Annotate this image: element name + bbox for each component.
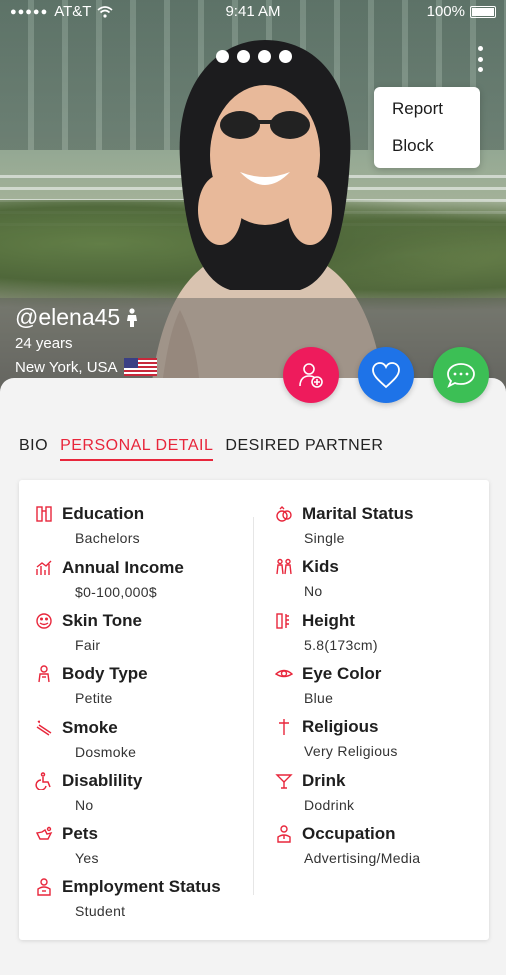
pager-dot[interactable] <box>258 50 271 63</box>
detail-title: Religious <box>302 717 379 736</box>
tab-personal-detail[interactable]: PERSONAL DETAIL <box>60 437 214 461</box>
detail-religious: Religious Very Religious <box>275 717 398 759</box>
battery-percent: 100% <box>426 3 465 20</box>
detail-value: Yes <box>75 850 99 866</box>
pager-dot[interactable] <box>216 50 229 63</box>
smoke-icon <box>36 720 52 736</box>
employment-icon <box>37 878 51 896</box>
tab-desired-partner[interactable]: DESIRED PARTNER <box>225 437 383 461</box>
female-gender-icon <box>127 307 138 327</box>
overflow-menu: Report Block <box>374 87 480 168</box>
detail-eye-color: Eye Color Blue <box>275 664 381 706</box>
cross-icon <box>279 719 289 735</box>
heart-icon <box>372 362 400 389</box>
chat-icon <box>447 363 475 388</box>
detail-kids: Kids No <box>275 557 339 599</box>
rings-icon <box>276 506 292 522</box>
detail-value: No <box>304 583 323 599</box>
detail-title: Body Type <box>62 664 148 683</box>
profile-tabs: BIO PERSONAL DETAIL DESIRED PARTNER <box>19 437 383 461</box>
detail-drink: Drink Dodrink <box>275 771 354 813</box>
battery-icon <box>470 5 496 18</box>
detail-title: Kids <box>302 557 339 576</box>
detail-title: Employment Status <box>62 877 221 896</box>
detail-skin-tone: Skin Tone Fair <box>35 611 142 653</box>
detail-title: Pets <box>62 824 98 843</box>
detail-employment-status: Employment Status Student <box>35 877 221 919</box>
status-bar: ●●●●● AT&T 9:41 AM 100% <box>0 0 506 24</box>
skin-tone-icon <box>36 613 52 629</box>
detail-value: 5.8(173cm) <box>304 637 378 653</box>
body-type-icon <box>38 665 50 683</box>
detail-title: Education <box>62 504 145 523</box>
pager-dot[interactable] <box>237 50 250 63</box>
profile-identity: @elena45 24 years New York, USA <box>15 304 157 376</box>
column-divider <box>253 517 254 895</box>
disability-icon <box>35 772 51 790</box>
detail-title: Marital Status <box>302 504 414 523</box>
us-flag-icon <box>123 358 157 376</box>
detail-title: Drink <box>302 771 346 790</box>
detail-body-type: Body Type Petite <box>35 664 148 706</box>
detail-value: No <box>75 797 94 813</box>
pets-icon <box>35 826 53 840</box>
detail-marital-status: Marital Status Single <box>275 504 413 546</box>
kids-icon <box>276 558 292 575</box>
detail-smoke: Smoke Dosmoke <box>35 718 136 760</box>
tab-bio[interactable]: BIO <box>19 437 48 461</box>
detail-education: Education Bachelors <box>35 504 144 546</box>
detail-value: Dodrink <box>304 797 355 813</box>
pager-dot[interactable] <box>279 50 292 63</box>
detail-value: Advertising/Media <box>304 850 421 866</box>
detail-occupation: Occupation Advertising/Media <box>275 824 420 866</box>
menu-item-report[interactable]: Report <box>392 97 480 134</box>
location-label: New York, USA <box>15 358 118 376</box>
detail-value: Student <box>75 903 126 919</box>
chat-button[interactable] <box>433 347 489 403</box>
detail-title: Disablility <box>62 771 143 790</box>
add-user-button[interactable] <box>283 347 339 403</box>
detail-value: Very Religious <box>304 743 398 759</box>
height-icon <box>276 613 289 629</box>
detail-value: Petite <box>75 690 113 706</box>
detail-height: Height 5.8(173cm) <box>275 611 378 653</box>
education-icon <box>36 506 52 522</box>
add-user-icon <box>299 363 323 388</box>
detail-value: Fair <box>75 637 101 653</box>
income-icon <box>36 560 52 575</box>
menu-item-block[interactable]: Block <box>392 134 480 171</box>
detail-value: Blue <box>304 690 334 706</box>
personal-details-card: Education Bachelors Annual Income $0-100… <box>19 480 489 940</box>
like-button[interactable] <box>358 347 414 403</box>
detail-title: Smoke <box>62 718 118 737</box>
cocktail-icon <box>275 774 293 789</box>
detail-value: Single <box>304 530 345 546</box>
detail-value: Dosmoke <box>75 744 137 760</box>
detail-value: $0-100,000$ <box>75 584 157 600</box>
detail-title: Skin Tone <box>62 611 142 630</box>
photo-pager-dots[interactable] <box>216 50 292 63</box>
detail-title: Eye Color <box>302 664 382 683</box>
detail-pets: Pets Yes <box>35 824 99 866</box>
detail-title: Occupation <box>302 824 396 843</box>
detail-annual-income: Annual Income $0-100,000$ <box>35 558 184 600</box>
detail-title: Height <box>302 611 355 630</box>
detail-disability: Disablility No <box>35 771 142 813</box>
more-options-icon[interactable] <box>476 46 484 72</box>
eye-icon <box>275 669 293 678</box>
detail-value: Bachelors <box>75 530 140 546</box>
detail-title: Annual Income <box>62 558 184 577</box>
username: @elena45 <box>15 304 121 330</box>
occupation-icon <box>277 825 291 843</box>
age-label: 24 years <box>15 335 73 352</box>
